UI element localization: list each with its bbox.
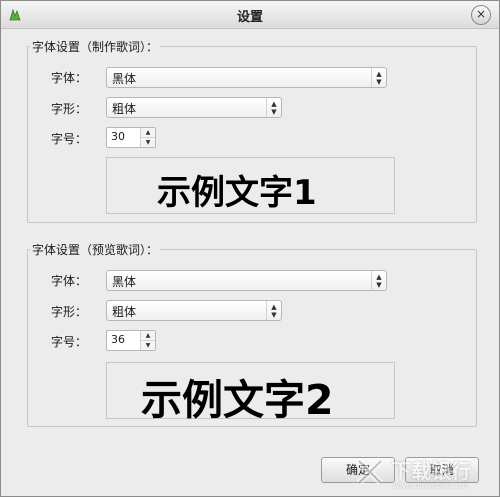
spin-up-icon[interactable]: ▲ (141, 331, 155, 341)
font-family-value: 黑体 (112, 72, 137, 86)
font-style-select[interactable]: 粗体 ▲ ▼ (106, 300, 282, 321)
size-label: 字号： (51, 335, 88, 349)
dropdown-arrows-icon: ▲ ▼ (266, 301, 281, 320)
font-size-value: 36 (111, 333, 125, 346)
lyrics-preview-font-group: 字体设置（预览歌词）： 字体： 黑体 ▲ ▼ 字形： 粗体 ▲ ▼ 字号： 36 ▲… (27, 241, 477, 427)
dropdown-arrows-icon: ▲ ▼ (266, 98, 281, 117)
spin-down-icon[interactable]: ▼ (141, 341, 155, 350)
group-title: 字体设置（预览歌词）： (30, 241, 161, 258)
lyrics-editing-font-group: 字体设置（制作歌词）： 字体： 黑体 ▲ ▼ 字形： 粗体 ▲ ▼ 字号： 30 ▲… (27, 38, 477, 223)
style-label: 字形： (51, 102, 88, 116)
dropdown-arrows-icon: ▲ ▼ (371, 271, 386, 290)
close-icon[interactable]: × (471, 5, 491, 25)
ok-button[interactable]: 确定 (321, 457, 395, 483)
spin-down-icon[interactable]: ▼ (141, 138, 155, 147)
font-label: 字体： (51, 274, 88, 288)
window-title: 设置 (236, 10, 263, 25)
size-label: 字号： (51, 132, 88, 146)
title-bar: 设置 × (1, 1, 499, 29)
spin-up-icon[interactable]: ▲ (141, 128, 155, 138)
font-size-spinbox[interactable]: 30 ▲ ▼ (106, 127, 156, 148)
spin-buttons: ▲ ▼ (140, 331, 155, 350)
font-family-value: 黑体 (112, 275, 137, 289)
group-title: 字体设置（制作歌词）： (30, 38, 161, 55)
font-style-select[interactable]: 粗体 ▲ ▼ (106, 97, 282, 118)
preview-text: 示例文字1 (157, 173, 317, 213)
cancel-button[interactable]: 取消 (405, 457, 479, 483)
spin-buttons: ▲ ▼ (140, 128, 155, 147)
font-family-select[interactable]: 黑体 ▲ ▼ (106, 67, 387, 88)
font-preview-box: 示例文字1 (106, 157, 395, 214)
font-preview-box: 示例文字2 (106, 362, 395, 424)
settings-dialog: 设置 × 字体设置（制作歌词）： 字体： 黑体 ▲ ▼ 字形： 粗体 ▲ ▼ 字号：… (0, 0, 500, 497)
font-style-value: 粗体 (112, 102, 137, 116)
font-size-spinbox[interactable]: 36 ▲ ▼ (106, 330, 156, 351)
font-style-value: 粗体 (112, 305, 137, 319)
font-label: 字体： (51, 71, 88, 85)
dropdown-arrows-icon: ▲ ▼ (371, 68, 386, 87)
font-size-value: 30 (111, 130, 125, 143)
preview-text: 示例文字2 (141, 376, 334, 424)
style-label: 字形： (51, 305, 88, 319)
font-family-select[interactable]: 黑体 ▲ ▼ (106, 270, 387, 291)
